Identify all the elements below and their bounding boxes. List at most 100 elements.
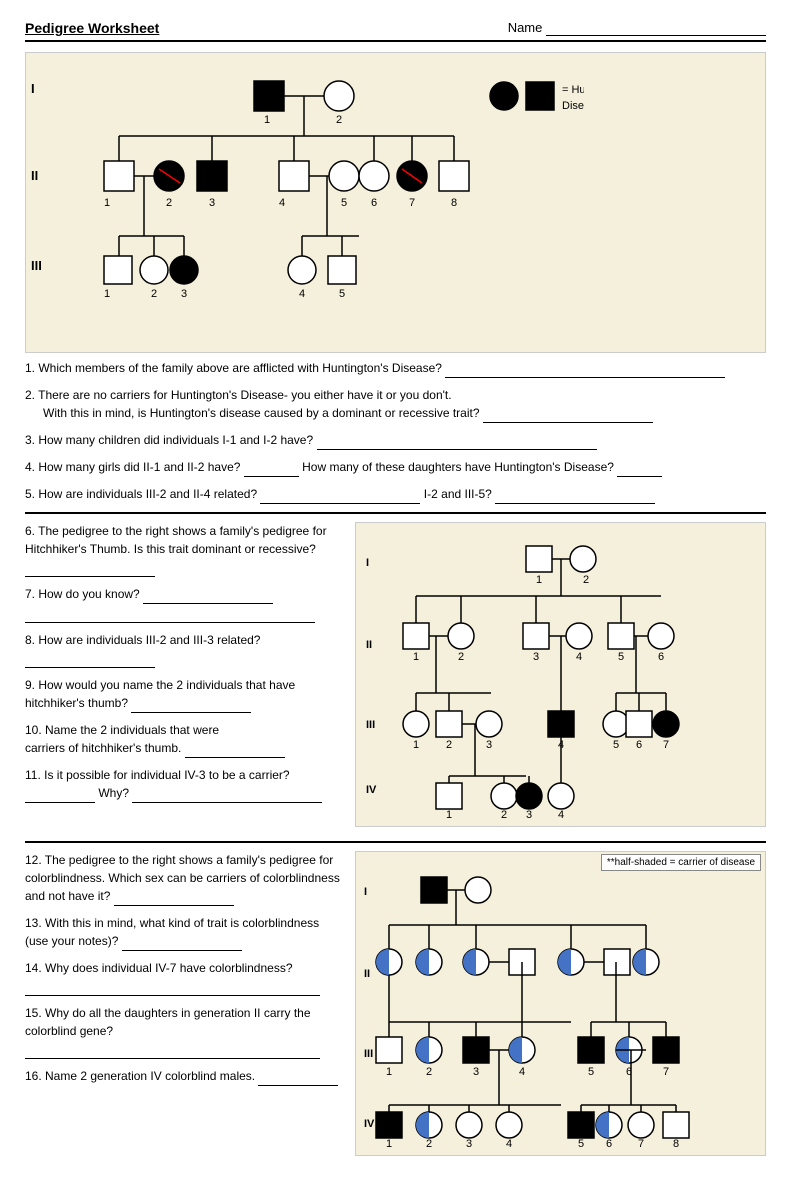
svg-text:3: 3	[181, 288, 187, 300]
pedigree-chart-1: 1 2 = Huntington's Disease 1 2 3	[64, 61, 584, 341]
question-15: 15. Why do all the daughters in generati…	[25, 1004, 345, 1059]
section1-pedigree: I II III 1 2 = Huntington's Disease 1 2	[25, 52, 766, 353]
name-field-label: Name	[508, 20, 766, 36]
svg-text:7: 7	[663, 739, 669, 751]
svg-text:2: 2	[446, 739, 452, 751]
svg-text:3: 3	[526, 809, 532, 818]
svg-text:3: 3	[533, 651, 539, 663]
svg-text:I: I	[364, 886, 367, 898]
question-3: 3. How many children did individuals I-1…	[25, 431, 766, 450]
svg-text:8: 8	[451, 197, 457, 209]
question-5: 5. How are individuals III-2 and II-4 re…	[25, 485, 766, 504]
svg-text:1: 1	[386, 1066, 392, 1078]
svg-text:II: II	[366, 639, 372, 651]
answer-line-15[interactable]	[25, 1040, 320, 1059]
svg-text:Disease: Disease	[562, 100, 584, 112]
section2-questions: 6. The pedigree to the right shows a fam…	[25, 522, 345, 833]
svg-text:IV: IV	[364, 1118, 375, 1130]
answer-line-16[interactable]	[258, 1067, 338, 1086]
pedigree-chart-2: I II III IV 1 2	[361, 528, 691, 818]
gen-label-II: II	[31, 168, 38, 183]
svg-text:1: 1	[446, 809, 452, 818]
svg-text:5: 5	[578, 1138, 584, 1147]
name-input-line[interactable]	[546, 20, 766, 36]
svg-text:4: 4	[519, 1066, 525, 1078]
answer-line-9[interactable]	[131, 694, 251, 713]
svg-text:1: 1	[104, 288, 110, 300]
question-2: 2. There are no carriers for Huntington'…	[25, 386, 766, 423]
question-1: 1. Which members of the family above are…	[25, 359, 766, 378]
svg-text:6: 6	[371, 197, 377, 209]
svg-text:IV: IV	[366, 784, 377, 796]
svg-text:1: 1	[386, 1138, 392, 1147]
svg-text:6: 6	[606, 1138, 612, 1147]
svg-text:III: III	[366, 719, 375, 731]
svg-text:1: 1	[413, 651, 419, 663]
answer-line-3[interactable]	[317, 431, 597, 450]
question-9: 9. How would you name the 2 individuals …	[25, 676, 345, 713]
answer-line-4a[interactable]	[244, 458, 299, 477]
svg-text:1: 1	[536, 574, 542, 586]
section3-questions: 12. The pedigree to the right shows a fa…	[25, 851, 345, 1162]
svg-text:2: 2	[583, 574, 589, 586]
svg-text:4: 4	[506, 1138, 512, 1147]
question-10: 10. Name the 2 individuals that were car…	[25, 721, 345, 758]
answer-line-5b[interactable]	[495, 485, 655, 504]
svg-text:5: 5	[613, 739, 619, 751]
section2-pedigree: I II III IV 1 2	[355, 522, 766, 833]
answer-line-12[interactable]	[114, 887, 234, 906]
svg-text:1: 1	[264, 114, 270, 126]
svg-text:3: 3	[466, 1138, 472, 1147]
questions-part1: 1. Which members of the family above are…	[25, 359, 766, 504]
svg-text:1: 1	[104, 197, 110, 209]
svg-text:2: 2	[426, 1138, 432, 1147]
svg-text:I: I	[366, 557, 369, 569]
svg-text:2: 2	[501, 809, 507, 818]
answer-line-1[interactable]	[445, 359, 725, 378]
answer-line-8[interactable]	[25, 649, 155, 668]
question-12: 12. The pedigree to the right shows a fa…	[25, 851, 345, 906]
answer-line-7b[interactable]	[25, 604, 315, 623]
answer-line-10[interactable]	[185, 739, 285, 758]
answer-line-14[interactable]	[25, 977, 320, 996]
svg-text:1: 1	[413, 739, 419, 751]
question-13: 13. With this in mind, what kind of trai…	[25, 914, 345, 951]
svg-text:5: 5	[339, 288, 345, 300]
page-title: Pedigree Worksheet	[25, 20, 159, 36]
question-6: 6. The pedigree to the right shows a fam…	[25, 522, 345, 577]
question-14: 14. Why does individual IV-7 have colorb…	[25, 959, 345, 996]
svg-text:4: 4	[299, 288, 305, 300]
svg-text:3: 3	[209, 197, 215, 209]
svg-text:2: 2	[458, 651, 464, 663]
section2: 6. The pedigree to the right shows a fam…	[25, 522, 766, 833]
answer-line-13[interactable]	[122, 932, 242, 951]
svg-text:6: 6	[636, 739, 642, 751]
svg-text:4: 4	[279, 197, 285, 209]
question-4: 4. How many girls did II-1 and II-2 have…	[25, 458, 766, 477]
answer-line-11a[interactable]	[25, 784, 95, 803]
section3: 12. The pedigree to the right shows a fa…	[25, 851, 766, 1162]
answer-line-4b[interactable]	[617, 458, 662, 477]
svg-text:II: II	[364, 968, 370, 980]
question-16: 16. Name 2 generation IV colorblind male…	[25, 1067, 345, 1086]
section-divider-2	[25, 841, 766, 843]
svg-text:2: 2	[336, 114, 342, 126]
svg-text:8: 8	[673, 1138, 679, 1147]
answer-line-7a[interactable]	[143, 585, 273, 604]
svg-text:7: 7	[409, 197, 415, 209]
answer-line-6[interactable]	[25, 558, 155, 577]
pedigree-chart-3: I II III IV	[361, 857, 691, 1147]
svg-text:2: 2	[151, 288, 157, 300]
svg-text:6: 6	[658, 651, 664, 663]
answer-line-2[interactable]	[483, 404, 653, 423]
svg-text:4: 4	[558, 809, 564, 818]
answer-line-5a[interactable]	[260, 485, 420, 504]
section-divider-1	[25, 512, 766, 514]
question-11: 11. Is it possible for individual IV-3 t…	[25, 766, 345, 803]
svg-text:5: 5	[588, 1066, 594, 1078]
svg-text:2: 2	[166, 197, 172, 209]
question-8: 8. How are individuals III-2 and III-3 r…	[25, 631, 345, 668]
svg-text:5: 5	[618, 651, 624, 663]
svg-text:III: III	[364, 1048, 373, 1060]
answer-line-11b[interactable]	[132, 784, 322, 803]
